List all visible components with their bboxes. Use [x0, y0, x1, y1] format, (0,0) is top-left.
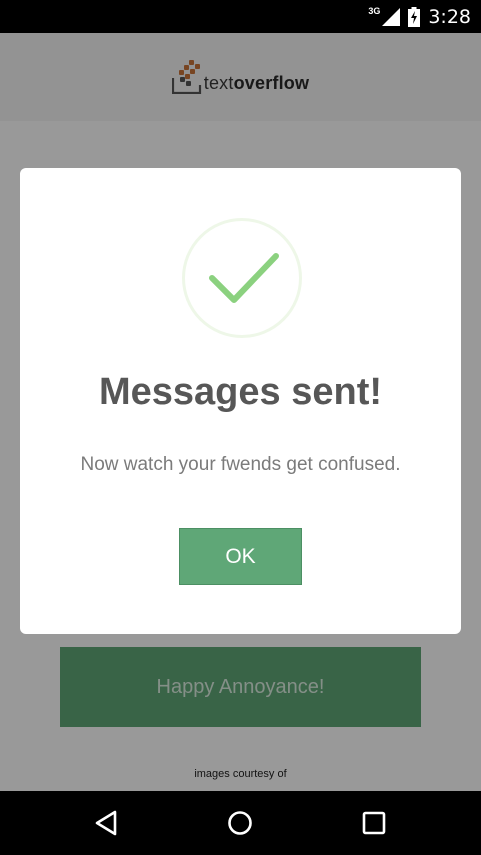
- dialog-message: Now watch your fwends get confused.: [80, 454, 401, 475]
- status-bar: 3G 3:28: [0, 0, 481, 33]
- checkmark-icon: [209, 253, 279, 303]
- clock: 3:28: [428, 5, 471, 28]
- network-type-label: 3G: [368, 5, 381, 16]
- recents-icon[interactable]: [360, 809, 388, 837]
- success-dialog: Messages sent! Now watch your fwends get…: [20, 168, 461, 634]
- battery-charging-icon: [408, 6, 421, 27]
- cell-signal-icon: [382, 7, 401, 26]
- navigation-bar: [0, 791, 481, 855]
- home-icon[interactable]: [226, 809, 254, 837]
- dialog-title: Messages sent!: [98, 371, 382, 413]
- back-icon[interactable]: [93, 809, 121, 837]
- status-icons: 3G 3:28: [368, 0, 471, 33]
- ok-button[interactable]: OK: [179, 528, 302, 585]
